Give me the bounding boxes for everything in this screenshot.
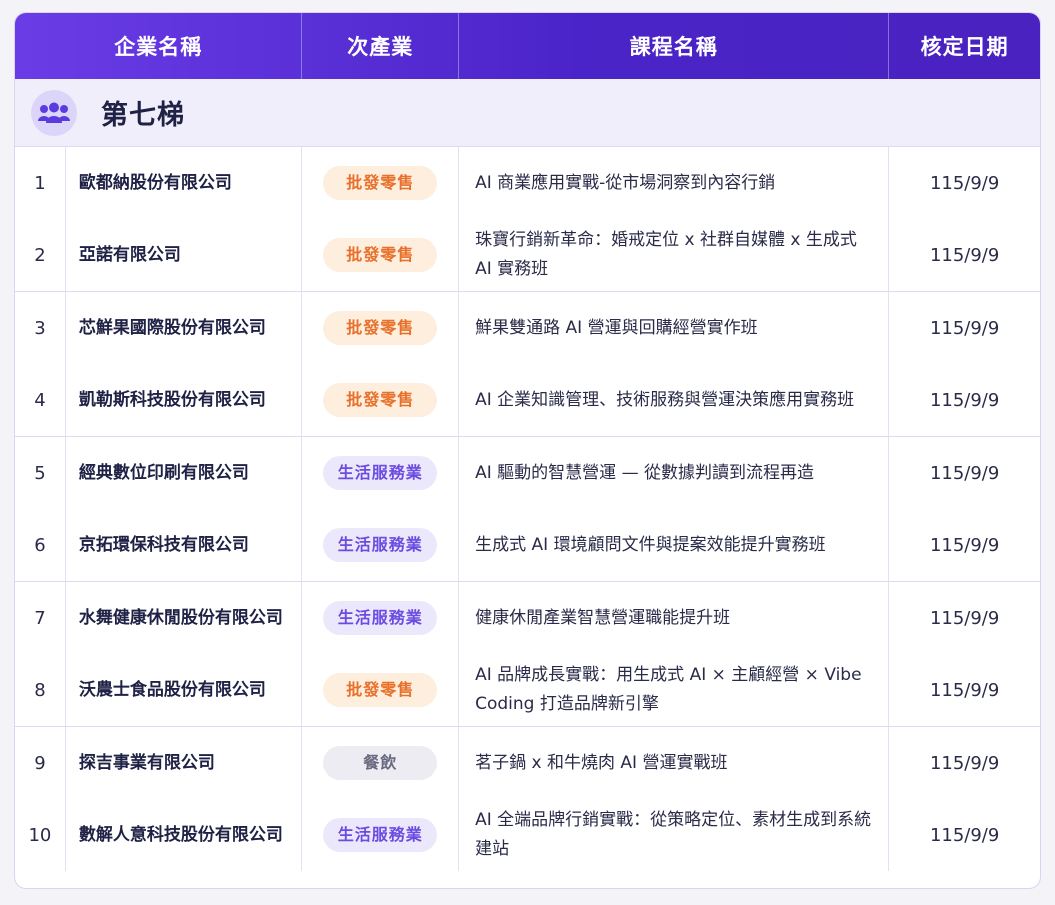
sector-cell: 生活服務業 (302, 437, 460, 509)
sector-badge: 生活服務業 (323, 528, 438, 562)
course-name: AI 企業知識管理、技術服務與營運決策應用實務班 (459, 364, 890, 436)
table-row[interactable]: 5 經典數位印刷有限公司 生活服務業 AI 驅動的智慧營運 — 從數據判讀到流程再造 1… (15, 437, 1040, 509)
table-header: 企業名稱 次產業 課程名稱 核定日期 (15, 13, 1040, 79)
approval-date: 115/9/9 (929, 534, 1000, 556)
sector-badge: 餐飲 (323, 746, 438, 780)
group-title: 第七梯 (101, 100, 185, 131)
approval-date: 115/9/9 (929, 607, 1000, 629)
table-row[interactable]: 2 亞諾有限公司 批發零售 珠寶行銷新革命：婚戒定位 x 社群自媒體 x 生成式 AI… (15, 219, 1040, 291)
row-number: 4 (15, 364, 66, 436)
approval-date: 115/9/9 (929, 462, 1000, 484)
sector-cell: 餐飲 (302, 727, 460, 799)
company-name: 探吉事業有限公司 (66, 727, 303, 799)
table-row[interactable]: 8 沃農士食品股份有限公司 批發零售 AI 品牌成長實戰：用生成式 AI × 主顧經營… (15, 654, 1040, 726)
table-row[interactable]: 4 凱勒斯科技股份有限公司 批發零售 AI 企業知識管理、技術服務與營運決策應用實務班… (15, 364, 1040, 436)
sector-badge: 生活服務業 (323, 818, 438, 852)
company-name: 歐都納股份有限公司 (66, 147, 303, 219)
sector-badge: 批發零售 (323, 383, 438, 417)
sector-badge: 批發零售 (323, 238, 438, 272)
users-group-icon (31, 89, 77, 136)
row-number: 9 (15, 727, 66, 799)
table-row[interactable]: 10 數解人意科技股份有限公司 生活服務業 AI 全端品牌行銷實戰：從策略定位、素材生… (15, 799, 1040, 871)
sector-badge: 批發零售 (323, 166, 438, 200)
approval-date: 115/9/9 (929, 389, 1000, 411)
row-number: 5 (15, 437, 66, 509)
approval-date: 115/9/9 (929, 679, 1000, 701)
approval-date: 115/9/9 (929, 172, 1000, 194)
course-name: AI 商業應用實戰-從市場洞察到內容行銷 (459, 147, 890, 219)
sector-cell: 批發零售 (302, 219, 460, 291)
course-name: AI 驅動的智慧營運 — 從數據判讀到流程再造 (459, 437, 890, 509)
sector-cell: 批發零售 (302, 147, 460, 219)
company-name: 芯鮮果國際股份有限公司 (66, 292, 303, 364)
header-course[interactable]: 課程名稱 (459, 13, 890, 79)
course-name: 生成式 AI 環境顧問文件與提案效能提升實務班 (459, 509, 890, 581)
company-name: 沃農士食品股份有限公司 (66, 654, 303, 726)
course-name: 茗子鍋 x 和牛燒肉 AI 營運實戰班 (459, 727, 890, 799)
sector-badge: 生活服務業 (323, 601, 438, 635)
company-name: 數解人意科技股份有限公司 (66, 799, 303, 871)
header-date[interactable]: 核定日期 (889, 13, 1040, 79)
row-group: 1 歐都納股份有限公司 批發零售 AI 商業應用實戰-從市場洞察到內容行銷 115/9/… (15, 147, 1040, 292)
company-name: 京拓環保科技有限公司 (66, 509, 303, 581)
table-row[interactable]: 6 京拓環保科技有限公司 生活服務業 生成式 AI 環境顧問文件與提案效能提升實務班 1… (15, 509, 1040, 581)
approval-date: 115/9/9 (929, 317, 1000, 339)
sector-cell: 生活服務業 (302, 799, 460, 871)
table-row[interactable]: 3 芯鮮果國際股份有限公司 批發零售 鮮果雙通路 AI 營運與回購經營實作班 115/9… (15, 292, 1040, 364)
sector-cell: 生活服務業 (302, 582, 460, 654)
row-group: 5 經典數位印刷有限公司 生活服務業 AI 驅動的智慧營運 — 從數據判讀到流程再造 1… (15, 437, 1040, 582)
row-number: 1 (15, 147, 66, 219)
row-number: 2 (15, 219, 66, 291)
table-row[interactable]: 7 水舞健康休閒股份有限公司 生活服務業 健康休閒產業智慧營運職能提升班 115/9/9 (15, 582, 1040, 654)
sector-badge: 生活服務業 (323, 456, 438, 490)
group-header: 第七梯 (15, 79, 1040, 147)
approval-date: 115/9/9 (929, 244, 1000, 266)
sector-cell: 批發零售 (302, 292, 460, 364)
company-name: 亞諾有限公司 (66, 219, 303, 291)
approval-date: 115/9/9 (929, 824, 1000, 846)
course-name: AI 全端品牌行銷實戰：從策略定位、素材生成到系統建站 (459, 799, 890, 871)
row-number: 8 (15, 654, 66, 726)
sector-cell: 生活服務業 (302, 509, 460, 581)
row-number: 3 (15, 292, 66, 364)
row-number: 7 (15, 582, 66, 654)
course-name: 健康休閒產業智慧營運職能提升班 (459, 582, 890, 654)
sector-badge: 批發零售 (323, 311, 438, 345)
sector-cell: 批發零售 (302, 654, 460, 726)
approval-date: 115/9/9 (929, 752, 1000, 774)
row-number: 6 (15, 509, 66, 581)
row-group: 7 水舞健康休閒股份有限公司 生活服務業 健康休閒產業智慧營運職能提升班 115/9/9… (15, 582, 1040, 727)
header-company[interactable]: 企業名稱 (15, 13, 303, 79)
table-body: 1 歐都納股份有限公司 批發零售 AI 商業應用實戰-從市場洞察到內容行銷 115/9/… (15, 147, 1040, 871)
row-number: 10 (15, 799, 66, 871)
table-row[interactable]: 9 探吉事業有限公司 餐飲 茗子鍋 x 和牛燒肉 AI 營運實戰班 115/9/9 (15, 727, 1040, 799)
header-sector[interactable]: 次產業 (302, 13, 460, 79)
table-row[interactable]: 1 歐都納股份有限公司 批發零售 AI 商業應用實戰-從市場洞察到內容行銷 115/9/… (15, 147, 1040, 219)
course-table: 企業名稱 次產業 課程名稱 核定日期 第七梯 1 歐都納股份有限公司 批發零售 AI … (14, 12, 1041, 889)
sector-cell: 批發零售 (302, 364, 460, 436)
company-name: 凱勒斯科技股份有限公司 (66, 364, 303, 436)
sector-badge: 批發零售 (323, 673, 438, 707)
row-group: 3 芯鮮果國際股份有限公司 批發零售 鮮果雙通路 AI 營運與回購經營實作班 115/9… (15, 292, 1040, 437)
course-name: 珠寶行銷新革命：婚戒定位 x 社群自媒體 x 生成式 AI 實務班 (459, 219, 890, 291)
company-name: 經典數位印刷有限公司 (66, 437, 303, 509)
course-name: 鮮果雙通路 AI 營運與回購經營實作班 (459, 292, 890, 364)
course-name: AI 品牌成長實戰：用生成式 AI × 主顧經營 × Vibe Coding 打… (459, 654, 890, 726)
company-name: 水舞健康休閒股份有限公司 (66, 582, 303, 654)
row-group: 9 探吉事業有限公司 餐飲 茗子鍋 x 和牛燒肉 AI 營運實戰班 115/9/9 10 數… (15, 727, 1040, 871)
